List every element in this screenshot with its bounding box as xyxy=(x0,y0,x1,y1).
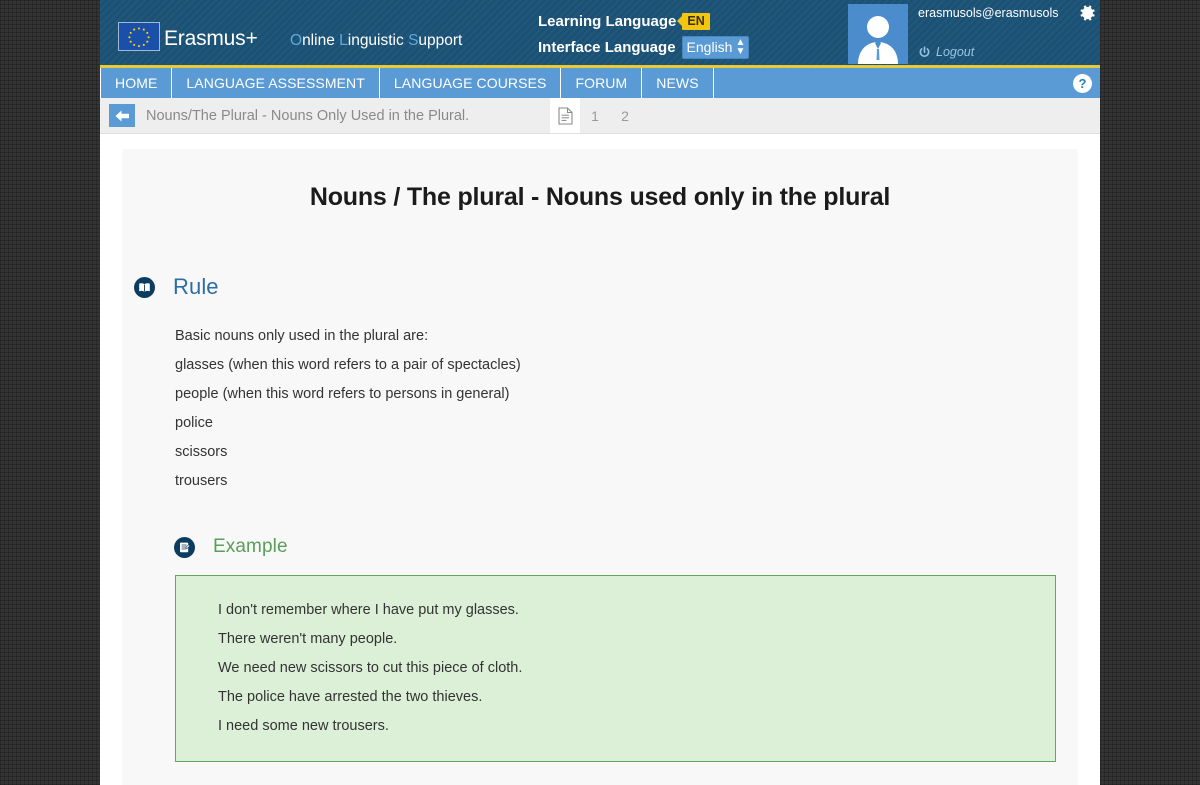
page-tab-document-icon[interactable] xyxy=(550,98,580,133)
interface-language-row: Interface Language English ▲ ▼ xyxy=(538,34,798,60)
rule-line: scissors xyxy=(175,444,228,460)
learning-language-row: Learning Language EN xyxy=(538,8,798,34)
rule-body: Basic nouns only used in the plural are:… xyxy=(122,322,1078,496)
application-window: Erasmus+ Online Linguistic Support Learn… xyxy=(100,0,1100,785)
avatar[interactable] xyxy=(848,4,908,64)
interface-language-value: English xyxy=(686,38,733,55)
user-email: erasmusols@erasmusols xyxy=(918,6,1059,20)
example-heading: Example xyxy=(213,536,288,557)
site-header: Erasmus+ Online Linguistic Support Learn… xyxy=(100,0,1100,68)
page-tab-2[interactable]: 2 xyxy=(610,98,640,133)
example-box: I don't remember where I have put my gla… xyxy=(175,575,1056,762)
nav-item-home[interactable]: HOME xyxy=(100,68,173,98)
example-line: We need new scissors to cut this piece o… xyxy=(218,660,523,676)
example-section-header: Example xyxy=(122,536,1078,558)
spinner-arrows-icon: ▲ ▼ xyxy=(735,36,746,57)
main-navigation: HOME LANGUAGE ASSESSMENT LANGUAGE COURSE… xyxy=(100,68,1100,98)
page-tabs: 1 2 xyxy=(550,98,640,133)
example-line: There weren't many people. xyxy=(218,631,398,647)
lesson-card: Nouns / The plural - Nouns used only in … xyxy=(122,149,1078,785)
gear-icon[interactable] xyxy=(1078,4,1096,22)
example-line: The police have arrested the two thieves… xyxy=(218,689,483,705)
rule-line: glasses (when this word refers to a pair… xyxy=(175,357,521,373)
eu-flag-icon xyxy=(118,22,160,51)
nav-item-language-courses[interactable]: LANGUAGE COURSES xyxy=(380,68,562,98)
page-title: Nouns / The plural - Nouns used only in … xyxy=(309,183,891,211)
rule-line: people (when this word refers to persons… xyxy=(175,386,510,402)
brand-name: Erasmus+ xyxy=(164,27,258,50)
nav-item-news[interactable]: NEWS xyxy=(642,68,714,98)
example-line: I need some new trousers. xyxy=(218,718,389,734)
language-selectors: Learning Language EN Interface Language … xyxy=(538,8,798,60)
logout-label: Logout xyxy=(936,45,975,59)
learning-language-badge[interactable]: EN xyxy=(682,12,710,30)
breadcrumb-text: Nouns/The Plural - Nouns Only Used in th… xyxy=(146,107,470,124)
help-icon[interactable]: ? xyxy=(1073,73,1092,93)
example-line: I don't remember where I have put my gla… xyxy=(218,602,519,618)
rule-heading: Rule xyxy=(173,274,219,299)
nav-item-language-assessment[interactable]: LANGUAGE ASSESSMENT xyxy=(172,68,380,98)
rule-line: police xyxy=(175,415,213,431)
book-icon xyxy=(134,276,155,298)
interface-language-label: Interface Language xyxy=(538,38,676,56)
logout-button[interactable]: Logout xyxy=(918,45,974,59)
interface-language-select[interactable]: English ▲ ▼ xyxy=(681,35,750,59)
rule-section-header: Rule xyxy=(122,274,1078,300)
rule-line: trousers xyxy=(175,473,228,489)
note-pencil-icon xyxy=(174,536,195,558)
breadcrumb: Nouns/The Plural - Nouns Only Used in th… xyxy=(100,98,1100,134)
back-arrow-icon[interactable] xyxy=(109,104,135,127)
page-tab-1[interactable]: 1 xyxy=(580,98,610,133)
rule-line: Basic nouns only used in the plural are: xyxy=(175,328,429,344)
power-icon xyxy=(918,45,931,59)
brand-subtitle: Online Linguistic Support xyxy=(290,32,463,49)
learning-language-label: Learning Language xyxy=(538,12,677,30)
content-area: Nouns / The plural - Nouns used only in … xyxy=(100,134,1100,785)
nav-item-forum[interactable]: FORUM xyxy=(561,68,643,98)
